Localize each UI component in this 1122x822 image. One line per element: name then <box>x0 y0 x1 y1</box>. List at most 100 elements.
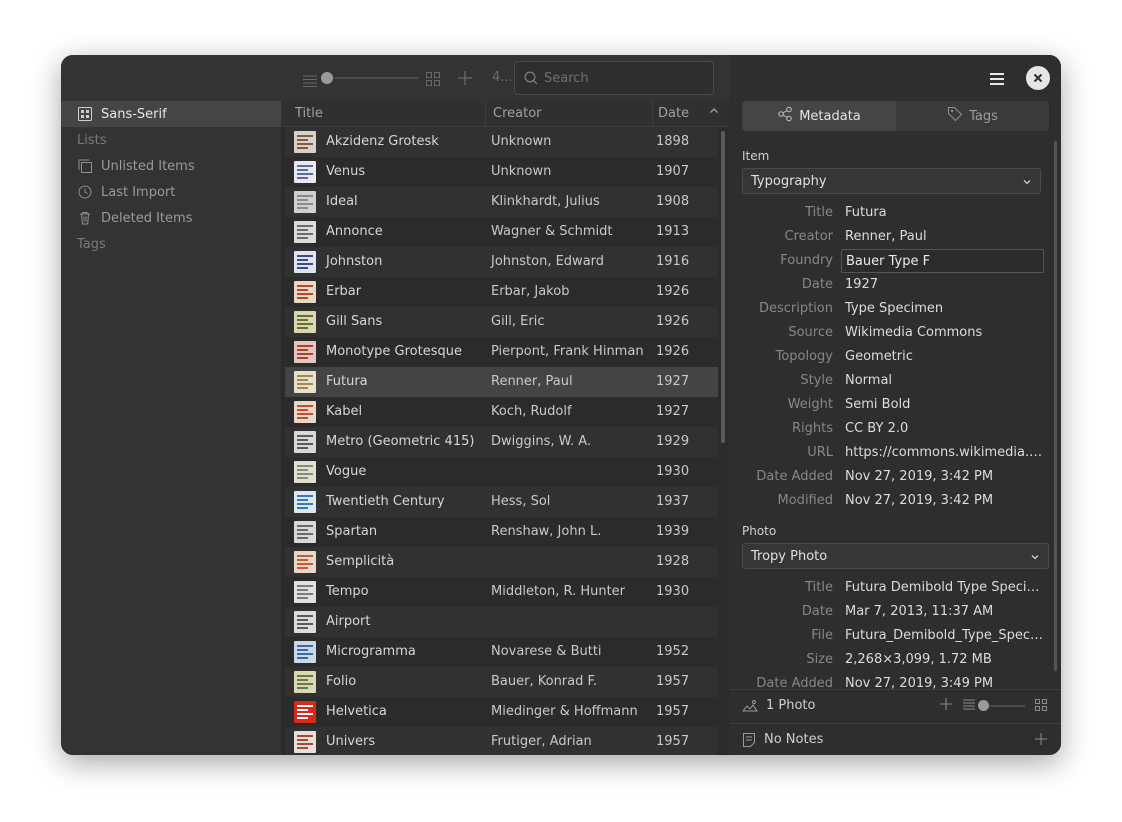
table-row[interactable]: Folio Bauer, Konrad F. 1957 <box>285 667 718 697</box>
photo-list-view-icon[interactable] <box>963 699 975 714</box>
row-title: Johnston <box>326 254 383 269</box>
photo-metadata-field[interactable]: Title Futura Demibold Type Specimen <box>729 576 1049 600</box>
table-row[interactable]: Ideal Klinkhardt, Julius 1908 <box>285 187 718 217</box>
row-thumbnail <box>294 491 316 513</box>
sidebar-lists-heading: Lists <box>77 133 107 148</box>
photo-zoom-slider[interactable] <box>978 700 1025 711</box>
table-row[interactable]: Twentieth Century Hess, Sol 1937 <box>285 487 718 517</box>
clock-icon <box>77 184 93 200</box>
row-creator: Renshaw, John L. <box>491 524 602 539</box>
search-input[interactable] <box>544 70 704 86</box>
field-value: 2,268×3,099, 1.72 MB <box>845 652 992 667</box>
table-row[interactable]: Venus Unknown 1907 <box>285 157 718 187</box>
row-title: Helvetica <box>326 704 387 719</box>
sort-ascending-icon[interactable] <box>709 105 719 120</box>
table-row[interactable]: Helvetica Miedinger & Hoffmann 1957 <box>285 697 718 727</box>
column-title[interactable]: Title <box>295 106 323 121</box>
row-thumbnail <box>294 311 316 333</box>
table-row[interactable]: Kabel Koch, Rudolf 1927 <box>285 397 718 427</box>
table-row[interactable]: Annonce Wagner & Schmidt 1913 <box>285 217 718 247</box>
zoom-slider-handle[interactable] <box>321 72 333 84</box>
photo-metadata-field[interactable]: File Futura_Demibold_Type_Specim... <box>729 624 1049 648</box>
row-thumbnail <box>294 281 316 303</box>
add-photo-icon[interactable] <box>940 698 952 714</box>
zoom-slider[interactable] <box>321 72 419 84</box>
column-divider[interactable] <box>485 101 486 127</box>
table-row[interactable]: Univers Frutiger, Adrian 1957 <box>285 727 718 755</box>
sidebar-item-label: Unlisted Items <box>101 158 195 174</box>
field-label: File <box>811 628 833 643</box>
table-row[interactable]: Vogue 1930 <box>285 457 718 487</box>
sidebar-item-project[interactable]: Sans-Serif <box>61 101 281 127</box>
list-view-icon[interactable] <box>303 72 317 91</box>
table-row[interactable]: Monotype Grotesque Pierpont, Frank Hinman… <box>285 337 718 367</box>
row-creator: Gill, Eric <box>491 314 545 329</box>
row-creator: Hess, Sol <box>491 494 551 509</box>
row-thumbnail <box>294 461 316 483</box>
table-row[interactable]: Johnston Johnston, Edward 1916 <box>285 247 718 277</box>
list-scrollbar[interactable] <box>721 131 725 443</box>
row-thumbnail <box>294 521 316 543</box>
row-creator: Unknown <box>491 164 552 179</box>
notes-label: No Notes <box>764 732 824 747</box>
photo-zoom-handle[interactable] <box>978 700 989 711</box>
row-thumbnail <box>294 341 316 363</box>
row-date: 1928 <box>656 554 690 569</box>
table-row[interactable]: Airport <box>285 607 718 637</box>
photo-fields: Title Futura Demibold Type Specimen Date Ma… <box>729 55 1061 689</box>
table-row[interactable]: Metro (Geometric 415) Dwiggins, W. A. 1929 <box>285 427 718 457</box>
sidebar-project-label: Sans-Serif <box>101 106 167 122</box>
row-thumbnail <box>294 701 316 723</box>
search-box[interactable] <box>514 61 714 95</box>
table-row[interactable]: Spartan Renshaw, John L. 1939 <box>285 517 718 547</box>
table-row[interactable]: Akzidenz Grotesk Unknown 1898 <box>285 127 718 157</box>
column-divider[interactable] <box>652 101 653 127</box>
table-row[interactable]: Tempo Middleton, R. Hunter 1930 <box>285 577 718 607</box>
photo-icon <box>741 699 758 717</box>
row-date: 1926 <box>656 314 690 329</box>
field-value: Futura_Demibold_Type_Specim... <box>845 628 1045 643</box>
row-date: 1926 <box>656 284 690 299</box>
row-thumbnail <box>294 551 316 573</box>
row-thumbnail <box>294 611 316 633</box>
field-label: Title <box>805 580 833 595</box>
row-creator: Koch, Rudolf <box>491 404 572 419</box>
table-row[interactable]: Gill Sans Gill, Eric 1926 <box>285 307 718 337</box>
table-row[interactable]: Semplicità 1928 <box>285 547 718 577</box>
row-thumbnail <box>294 191 316 213</box>
photo-metadata-field[interactable]: Size 2,268×3,099, 1.72 MB <box>729 648 1049 672</box>
row-creator: Miedinger & Hoffmann <box>491 704 638 719</box>
table-row[interactable]: Erbar Erbar, Jakob 1926 <box>285 277 718 307</box>
row-title: Vogue <box>326 464 367 479</box>
photo-metadata-field[interactable]: Date Mar 7, 2013, 11:37 AM <box>729 600 1049 624</box>
sidebar-item-last-import[interactable]: Last Import <box>61 179 281 205</box>
row-creator: Novarese & Butti <box>491 644 602 659</box>
row-title: Airport <box>326 614 371 629</box>
photo-metadata-field[interactable]: Date Added Nov 27, 2019, 3:49 PM <box>729 672 1049 689</box>
panel-scrollbar[interactable] <box>1054 141 1057 671</box>
row-date: 1937 <box>656 494 690 509</box>
sidebar-item-deleted[interactable]: Deleted Items <box>61 205 281 231</box>
row-date: 1957 <box>656 734 690 749</box>
table-row[interactable]: Microgramma Novarese & Butti 1952 <box>285 637 718 667</box>
row-title: Univers <box>326 734 376 749</box>
trash-icon <box>77 210 93 226</box>
grid-view-icon[interactable] <box>426 71 440 90</box>
table-row[interactable]: Futura Renner, Paul 1927 <box>285 367 718 397</box>
row-date: 1930 <box>656 584 690 599</box>
row-thumbnail <box>294 371 316 393</box>
stack-icon <box>77 158 93 174</box>
column-date[interactable]: Date <box>658 106 689 121</box>
item-count: 4... <box>492 70 513 85</box>
row-date: 1913 <box>656 224 690 239</box>
note-icon <box>742 732 756 752</box>
row-creator: Middleton, R. Hunter <box>491 584 626 599</box>
row-date: 1908 <box>656 194 690 209</box>
sidebar-item-unlisted[interactable]: Unlisted Items <box>61 153 281 179</box>
add-item-icon[interactable] <box>458 70 472 89</box>
item-table: Akzidenz Grotesk Unknown 1898 Venus Unknown 1… <box>281 127 718 755</box>
photos-count: 1 Photo <box>766 698 816 713</box>
column-creator[interactable]: Creator <box>493 106 542 121</box>
add-note-icon[interactable] <box>1035 733 1047 749</box>
photo-grid-view-icon[interactable] <box>1035 699 1047 715</box>
